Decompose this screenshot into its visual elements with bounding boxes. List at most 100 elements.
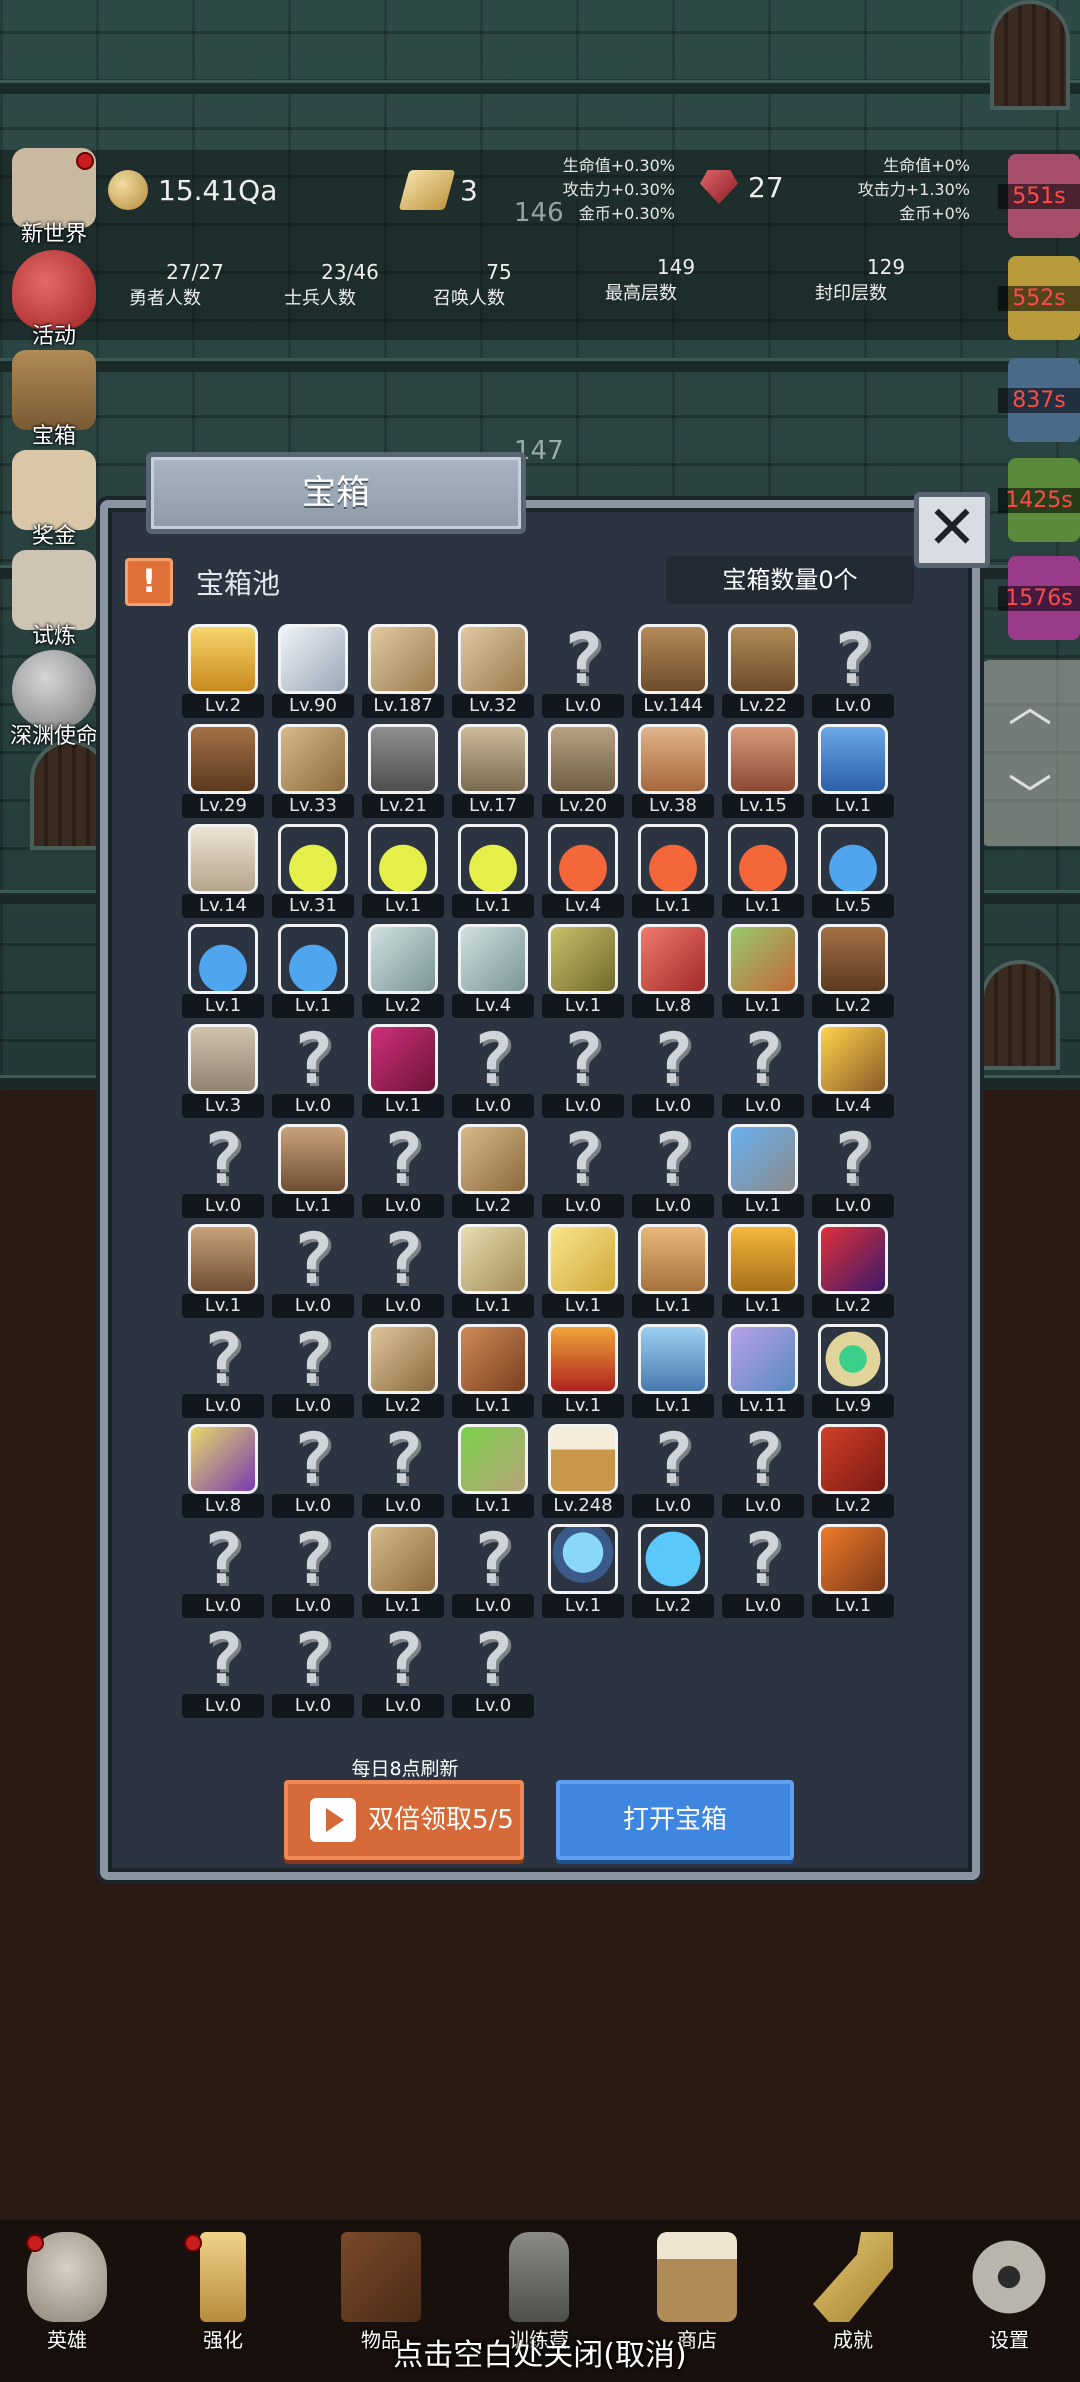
- chest-item[interactable]: Lv.4: [808, 1020, 898, 1120]
- chest-item[interactable]: Lv.20: [538, 720, 628, 820]
- chest-item[interactable]: ? Lv.0: [268, 1220, 358, 1320]
- close-hint[interactable]: 点击空白处关闭(取消): [0, 2330, 1080, 2374]
- chest-item[interactable]: ? Lv.0: [628, 1420, 718, 1520]
- chest-item[interactable]: Lv.4: [448, 920, 538, 1020]
- chest-item[interactable]: ? Lv.0: [448, 1620, 538, 1720]
- timer-slot[interactable]: 1425s: [998, 458, 1080, 542]
- chest-item[interactable]: Lv.2: [448, 1120, 538, 1220]
- chest-item[interactable]: Lv.1: [448, 1420, 538, 1520]
- timer-slot[interactable]: 552s: [998, 256, 1080, 340]
- chest-item[interactable]: ? Lv.0: [718, 1520, 808, 1620]
- chest-item[interactable]: Lv.248: [538, 1420, 628, 1520]
- timer-slot[interactable]: 1576s: [998, 556, 1080, 640]
- chest-item[interactable]: Lv.5: [808, 820, 898, 920]
- scroll-down-icon[interactable]: ﹀: [980, 760, 1080, 824]
- chest-item[interactable]: ? Lv.0: [808, 1120, 898, 1220]
- chest-item[interactable]: Lv.1: [718, 920, 808, 1020]
- chest-item[interactable]: Lv.1: [808, 720, 898, 820]
- double-claim-button[interactable]: 双倍领取5/5: [284, 1780, 524, 1860]
- chest-item[interactable]: Lv.22: [718, 620, 808, 720]
- chest-item[interactable]: Lv.1: [538, 1520, 628, 1620]
- menu-bonus[interactable]: 奖金: [6, 450, 102, 549]
- chest-item[interactable]: ? Lv.0: [538, 1020, 628, 1120]
- chest-item[interactable]: ? Lv.0: [268, 1320, 358, 1420]
- chest-item[interactable]: ? Lv.0: [178, 1320, 268, 1420]
- chest-item[interactable]: Lv.2: [808, 1220, 898, 1320]
- chest-item[interactable]: ? Lv.0: [628, 1120, 718, 1220]
- chest-item[interactable]: Lv.4: [538, 820, 628, 920]
- chest-item[interactable]: Lv.3: [178, 1020, 268, 1120]
- chest-item[interactable]: Lv.1: [538, 1220, 628, 1320]
- chest-item[interactable]: Lv.11: [718, 1320, 808, 1420]
- chest-item[interactable]: ? Lv.0: [538, 620, 628, 720]
- chest-item[interactable]: Lv.1: [628, 820, 718, 920]
- chest-item[interactable]: Lv.29: [178, 720, 268, 820]
- scroll-up-icon[interactable]: ︿: [980, 670, 1080, 734]
- chest-item[interactable]: ? Lv.0: [268, 1620, 358, 1720]
- chest-item[interactable]: ? Lv.0: [268, 1420, 358, 1520]
- chest-item[interactable]: ? Lv.0: [538, 1120, 628, 1220]
- chest-item[interactable]: ? Lv.0: [178, 1620, 268, 1720]
- chest-item[interactable]: ? Lv.0: [358, 1220, 448, 1320]
- chest-item[interactable]: Lv.1: [358, 1520, 448, 1620]
- chest-item[interactable]: Lv.21: [358, 720, 448, 820]
- chest-item[interactable]: Lv.38: [628, 720, 718, 820]
- chest-item[interactable]: Lv.1: [178, 1220, 268, 1320]
- chest-item[interactable]: Lv.15: [718, 720, 808, 820]
- chest-item[interactable]: ? Lv.0: [178, 1120, 268, 1220]
- chest-item[interactable]: Lv.1: [718, 1120, 808, 1220]
- chest-item[interactable]: ? Lv.0: [448, 1020, 538, 1120]
- chest-item[interactable]: Lv.17: [448, 720, 538, 820]
- chest-item[interactable]: Lv.2: [628, 1520, 718, 1620]
- chest-item[interactable]: Lv.2: [808, 920, 898, 1020]
- chest-item[interactable]: ? Lv.0: [358, 1120, 448, 1220]
- chest-item[interactable]: Lv.1: [538, 920, 628, 1020]
- chest-item[interactable]: ? Lv.0: [718, 1020, 808, 1120]
- menu-chest[interactable]: 宝箱: [6, 350, 102, 449]
- menu-activity[interactable]: 活动: [6, 250, 102, 349]
- timer-slot[interactable]: 837s: [998, 358, 1080, 442]
- chest-item[interactable]: Lv.144: [628, 620, 718, 720]
- menu-abyss-mission[interactable]: 深渊使命: [6, 650, 102, 749]
- chest-item[interactable]: ? Lv.0: [448, 1520, 538, 1620]
- chest-item[interactable]: ? Lv.0: [268, 1520, 358, 1620]
- chest-item[interactable]: Lv.187: [358, 620, 448, 720]
- chest-item[interactable]: Lv.33: [268, 720, 358, 820]
- menu-new-world[interactable]: 新世界: [6, 148, 102, 247]
- chest-item[interactable]: ? Lv.0: [178, 1520, 268, 1620]
- chest-item[interactable]: ? Lv.0: [808, 620, 898, 720]
- chest-item[interactable]: Lv.1: [718, 820, 808, 920]
- chest-item[interactable]: Lv.1: [718, 1220, 808, 1320]
- chest-item[interactable]: Lv.1: [358, 820, 448, 920]
- chest-item[interactable]: Lv.31: [268, 820, 358, 920]
- close-button[interactable]: ✕: [914, 492, 990, 568]
- chest-item[interactable]: Lv.1: [448, 1220, 538, 1320]
- chest-item[interactable]: Lv.14: [178, 820, 268, 920]
- chest-item[interactable]: ? Lv.0: [358, 1420, 448, 1520]
- chest-item[interactable]: Lv.2: [358, 1320, 448, 1420]
- timer-slot[interactable]: 551s: [998, 154, 1080, 238]
- chest-item[interactable]: Lv.1: [358, 1020, 448, 1120]
- chest-item[interactable]: Lv.1: [448, 820, 538, 920]
- chest-item[interactable]: Lv.1: [268, 920, 358, 1020]
- chest-item[interactable]: Lv.2: [808, 1420, 898, 1520]
- chest-item[interactable]: ? Lv.0: [628, 1020, 718, 1120]
- chest-item[interactable]: Lv.8: [178, 1420, 268, 1520]
- chest-item[interactable]: Lv.8: [628, 920, 718, 1020]
- chest-item[interactable]: ? Lv.0: [718, 1420, 808, 1520]
- chest-item[interactable]: Lv.90: [268, 620, 358, 720]
- chest-item[interactable]: ? Lv.0: [358, 1620, 448, 1720]
- chest-item[interactable]: Lv.2: [178, 620, 268, 720]
- chest-item[interactable]: Lv.1: [448, 1320, 538, 1420]
- chest-item[interactable]: Lv.1: [178, 920, 268, 1020]
- chest-item[interactable]: Lv.1: [628, 1220, 718, 1320]
- chest-item[interactable]: Lv.1: [628, 1320, 718, 1420]
- menu-trial[interactable]: 试炼: [6, 550, 102, 649]
- chest-item[interactable]: Lv.1: [808, 1520, 898, 1620]
- chest-item[interactable]: ? Lv.0: [268, 1020, 358, 1120]
- chest-item[interactable]: Lv.9: [808, 1320, 898, 1420]
- chest-item[interactable]: Lv.32: [448, 620, 538, 720]
- chest-item[interactable]: Lv.2: [358, 920, 448, 1020]
- chest-item[interactable]: Lv.1: [268, 1120, 358, 1220]
- open-chest-button[interactable]: 打开宝箱: [556, 1780, 794, 1860]
